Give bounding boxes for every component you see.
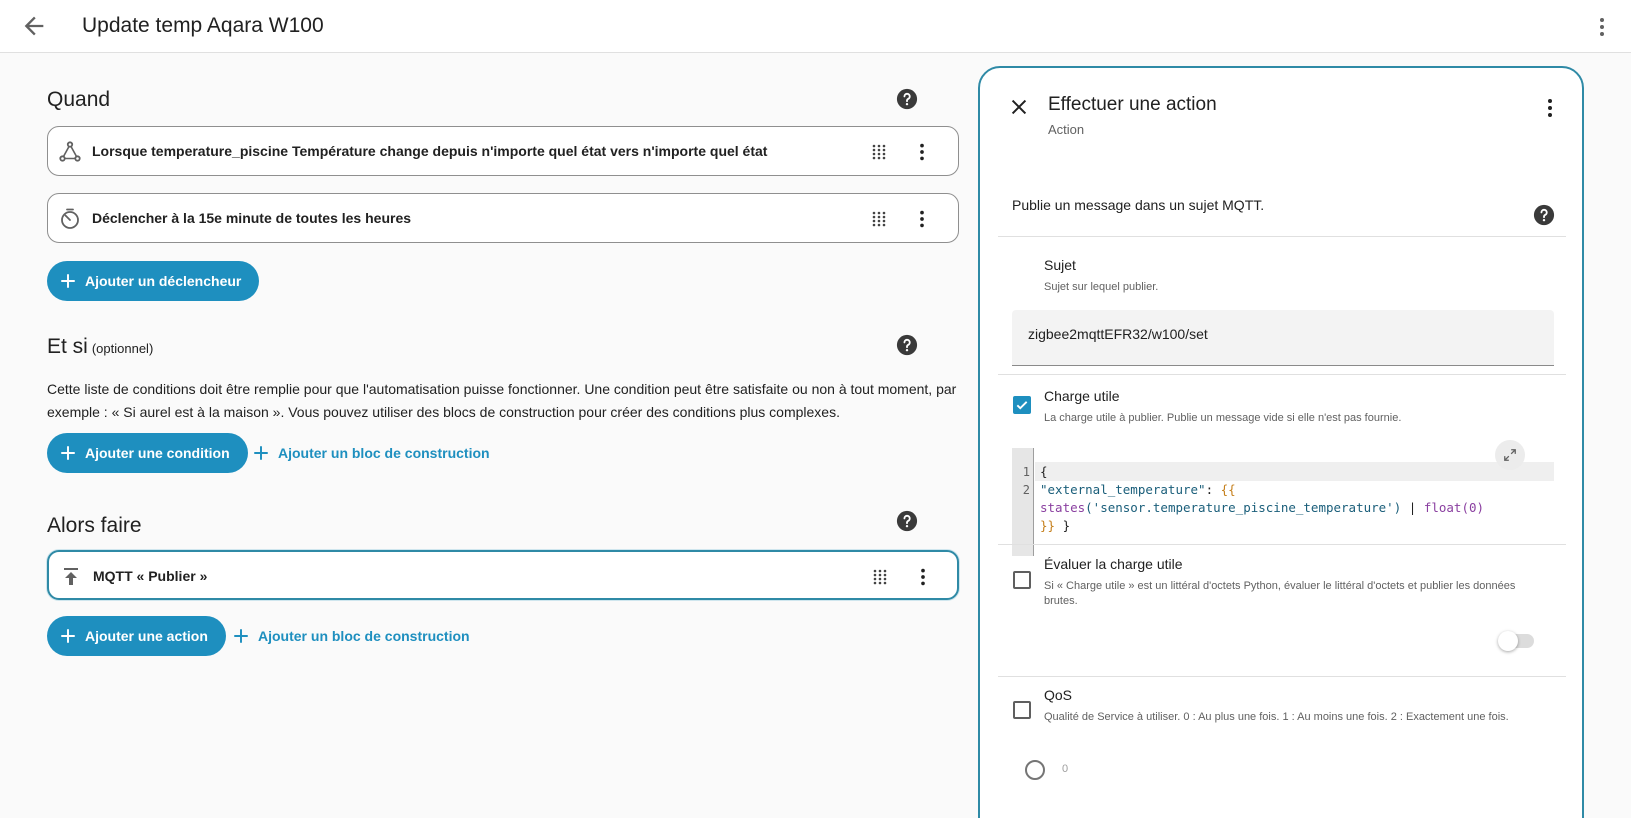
overflow-menu-icon[interactable] xyxy=(1590,13,1614,41)
line-number-gutter: 1 2 xyxy=(1012,448,1034,556)
close-icon[interactable] xyxy=(1008,96,1030,118)
optional-label: (optionnel) xyxy=(91,341,154,356)
code-key: "external_temperature" xyxy=(1040,482,1206,497)
add-condition-label: Ajouter une condition xyxy=(85,445,230,461)
topic-field[interactable] xyxy=(1012,310,1554,366)
code-pipe: | xyxy=(1401,500,1424,515)
plus-icon xyxy=(61,274,75,288)
code-template-open: {{ xyxy=(1220,482,1236,497)
evaluate-payload-toggle[interactable] xyxy=(1498,631,1534,651)
state-change-icon xyxy=(58,140,82,164)
qos-hint: Qualité de Service à utiliser. 0 : Au pl… xyxy=(1044,711,1509,723)
plus-icon xyxy=(234,629,248,643)
add-trigger-button[interactable]: Ajouter un déclencheur xyxy=(47,261,260,301)
line-number: 1 xyxy=(1022,465,1030,479)
panel-title: Effectuer une action xyxy=(1048,94,1217,115)
add-building-block-label: Ajouter un bloc de construction xyxy=(278,445,490,461)
trigger-card[interactable]: Lorsque temperature_piscine Température … xyxy=(47,126,959,176)
drag-handle-icon[interactable] xyxy=(869,566,891,588)
divider xyxy=(998,676,1566,677)
toggle-knob xyxy=(1498,631,1518,651)
divider xyxy=(998,544,1566,545)
qos-label: QoS xyxy=(1044,687,1073,703)
qos-radio-label: 0 xyxy=(1062,763,1069,775)
code-function: states xyxy=(1040,500,1086,515)
plus-icon xyxy=(254,446,268,460)
evaluate-payload-checkbox[interactable] xyxy=(1013,571,1031,589)
panel-subtitle: Action xyxy=(1048,122,1085,137)
trigger-label: Déclencher à la 15e minute de toutes les… xyxy=(92,210,412,226)
payload-checkbox[interactable] xyxy=(1013,396,1031,414)
evaluate-payload-hint: Si « Charge utile » est un littéral d'oc… xyxy=(1044,580,1516,607)
active-line-highlight xyxy=(1035,462,1554,481)
section-title-when: Quand xyxy=(47,88,111,111)
conditions-description: Cette liste de conditions doit être remp… xyxy=(47,381,957,420)
code-line: states('sensor.temperature_piscine_tempe… xyxy=(1040,500,1484,515)
add-action-button[interactable]: Ajouter une action xyxy=(47,616,226,656)
drag-handle-icon[interactable] xyxy=(868,141,890,163)
code-template-close: }} xyxy=(1040,518,1056,533)
code-line: }} } xyxy=(1040,518,1070,533)
section-title-and-if: Et si (optionnel) xyxy=(47,335,153,359)
payload-label: Charge utile xyxy=(1044,388,1120,404)
more-vert-icon[interactable] xyxy=(911,140,933,164)
top-app-bar: Update temp Aqara W100 xyxy=(0,0,1631,53)
divider xyxy=(998,236,1566,237)
upload-icon xyxy=(59,565,83,589)
code-filter: float(0) xyxy=(1423,500,1485,515)
help-icon[interactable] xyxy=(896,334,918,356)
fullscreen-expand-icon[interactable] xyxy=(1495,440,1525,470)
code-line: { xyxy=(1040,464,1048,479)
more-vert-icon[interactable] xyxy=(912,565,934,589)
topic-hint: Sujet sur lequel publier. xyxy=(1044,281,1159,293)
code-colon: : xyxy=(1205,482,1221,497)
service-description: Publie un message dans un sujet MQTT. xyxy=(1012,197,1265,213)
payload-code-editor[interactable]: 1 2 { "external_temperature": {{ states(… xyxy=(1012,448,1554,556)
timer-icon xyxy=(58,207,82,231)
topic-label: Sujet xyxy=(1044,257,1076,273)
action-label: MQTT « Publier » xyxy=(93,568,208,584)
plus-icon xyxy=(61,629,75,643)
add-building-block-button[interactable]: Ajouter un bloc de construction xyxy=(252,433,490,473)
action-editor-panel: Effectuer une action Action Publie un me… xyxy=(978,66,1584,818)
add-building-block-button[interactable]: Ajouter un bloc de construction xyxy=(232,616,470,656)
add-trigger-label: Ajouter un déclencheur xyxy=(85,273,242,289)
evaluate-payload-label: Évaluer la charge utile xyxy=(1044,556,1183,572)
qos-checkbox[interactable] xyxy=(1013,701,1031,719)
back-arrow-icon[interactable] xyxy=(20,12,48,40)
payload-hint: La charge utile à publier. Publie un mes… xyxy=(1044,412,1402,424)
help-icon[interactable] xyxy=(896,88,918,110)
section-title-then-do: Alors faire xyxy=(47,514,142,537)
plus-icon xyxy=(61,446,75,460)
code-brace: { xyxy=(1040,464,1048,479)
line-number: 2 xyxy=(1022,483,1030,497)
drag-handle-icon[interactable] xyxy=(868,208,890,230)
qos-radio-0[interactable] xyxy=(1025,760,1045,780)
help-icon[interactable] xyxy=(896,510,918,532)
page-title: Update temp Aqara W100 xyxy=(82,14,324,37)
and-if-title: Et si xyxy=(47,335,88,358)
help-icon[interactable] xyxy=(1533,204,1555,226)
add-building-block-label: Ajouter un bloc de construction xyxy=(258,628,470,644)
more-vert-icon[interactable] xyxy=(1538,96,1562,120)
add-condition-button[interactable]: Ajouter une condition xyxy=(47,433,248,473)
divider xyxy=(998,374,1566,375)
add-action-label: Ajouter une action xyxy=(85,628,208,644)
code-line: "external_temperature": {{ xyxy=(1040,482,1236,497)
action-card[interactable]: MQTT « Publier » xyxy=(47,550,959,600)
code-argument: ('sensor.temperature_piscine_temperature… xyxy=(1085,500,1402,515)
topic-input[interactable] xyxy=(1028,326,1528,342)
trigger-card[interactable]: Déclencher à la 15e minute de toutes les… xyxy=(47,193,959,243)
trigger-label: Lorsque temperature_piscine Température … xyxy=(92,143,768,159)
code-end: } xyxy=(1055,518,1071,533)
more-vert-icon[interactable] xyxy=(911,207,933,231)
